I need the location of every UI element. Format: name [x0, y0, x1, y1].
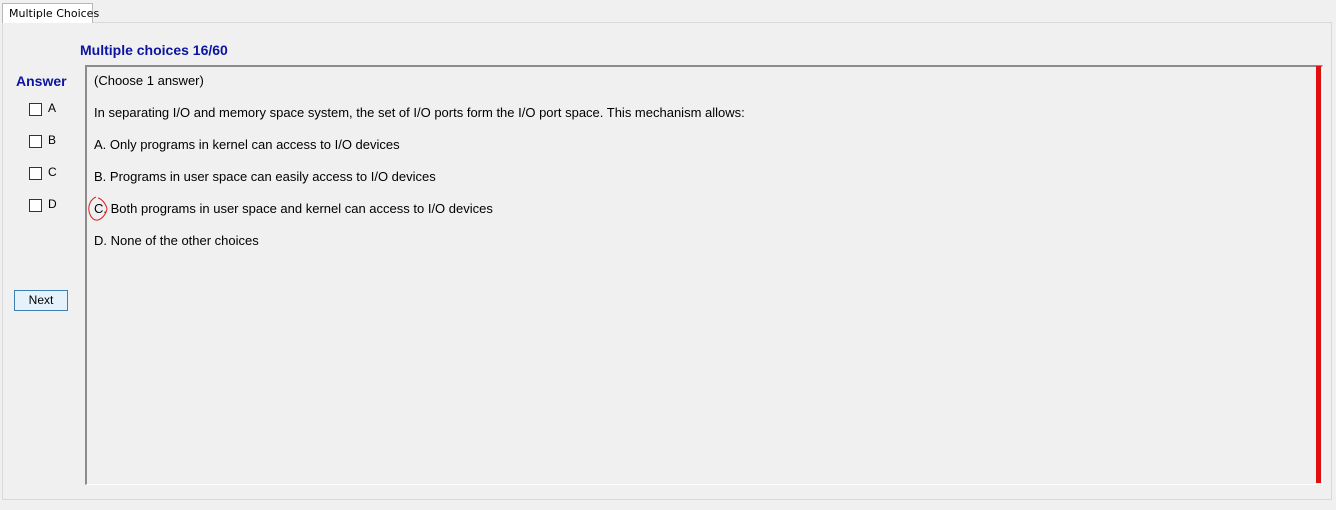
- scroll-indicator-bar: [1316, 66, 1321, 483]
- hand-drawn-circle-mark: [88, 196, 108, 221]
- answer-option-c[interactable]: C: [29, 165, 57, 181]
- app-window: Multiple Choices Multiple choices 16/60 …: [0, 0, 1336, 510]
- tab-multiple-choices[interactable]: Multiple Choices: [2, 3, 99, 23]
- option-letter: A: [48, 100, 57, 115]
- answer-option-b[interactable]: B: [29, 133, 56, 149]
- checkbox-d[interactable]: [29, 198, 42, 212]
- answer-option-d[interactable]: D: [29, 197, 57, 213]
- question-instruction: (Choose 1 answer): [94, 73, 204, 88]
- answer-option-a[interactable]: A: [29, 101, 56, 117]
- option-letter: D: [48, 196, 57, 211]
- checkbox-c[interactable]: [29, 166, 42, 180]
- option-letter: B: [48, 132, 57, 147]
- choice-c-text: C. Both programs in user space and kerne…: [94, 201, 493, 216]
- question-panel: [85, 65, 1323, 485]
- checkbox-a[interactable]: [29, 102, 42, 116]
- page-title: Multiple choices 16/60: [80, 42, 228, 58]
- checkbox-b[interactable]: [29, 134, 42, 148]
- choice-b-text: B. Programs in user space can easily acc…: [94, 169, 436, 184]
- choice-a-text: A. Only programs in kernel can access to…: [94, 137, 400, 152]
- question-stem: In separating I/O and memory space syste…: [94, 105, 745, 120]
- answer-label: Answer: [16, 73, 67, 89]
- option-letter: C: [48, 164, 57, 179]
- next-button[interactable]: Next: [14, 290, 68, 311]
- choice-d-text: D. None of the other choices: [94, 233, 259, 248]
